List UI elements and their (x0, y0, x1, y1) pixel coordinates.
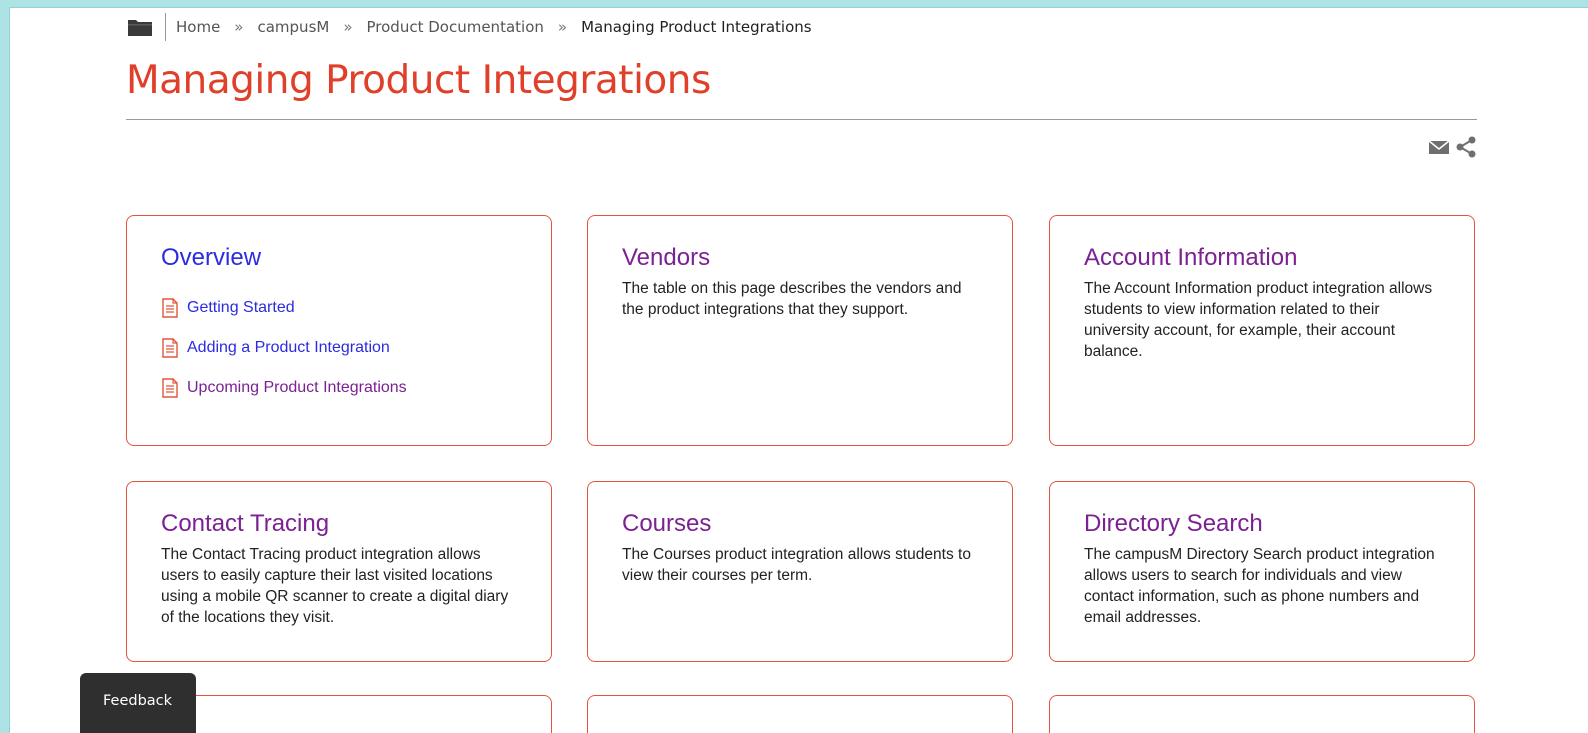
document-icon (162, 298, 178, 318)
breadcrumb-divider (165, 13, 166, 41)
breadcrumb-current: Managing Product Integrations (581, 18, 812, 36)
card-description: The table on this page describes the ven… (622, 280, 962, 318)
page-title: Managing Product Integrations (126, 58, 711, 103)
breadcrumb-separator: » (343, 18, 353, 36)
list-item: Getting Started (161, 298, 517, 318)
link-adding-product-integration[interactable]: Adding a Product Integration (187, 339, 390, 357)
breadcrumb-home[interactable]: Home (176, 18, 220, 36)
title-divider (126, 119, 1477, 120)
document-icon (162, 338, 178, 358)
feedback-button[interactable]: Feedback (80, 673, 196, 733)
breadcrumb-separator: » (557, 18, 568, 36)
card-account-information[interactable]: Account Information The Account Informat… (1049, 215, 1475, 446)
card-title-directory-search[interactable]: Directory Search (1084, 510, 1440, 538)
breadcrumb-campusm[interactable]: campusM (257, 18, 329, 36)
card-description: The Contact Tracing product integration … (161, 546, 509, 626)
card-partial[interactable] (587, 695, 1013, 733)
breadcrumb-product-documentation[interactable]: Product Documentation (367, 18, 544, 36)
card-title-overview[interactable]: Overview (161, 244, 517, 272)
card-vendors[interactable]: Vendors The table on this page describes… (587, 215, 1013, 446)
breadcrumb: Home » campusM » Product Documentation »… (127, 13, 812, 41)
card-overview: Overview Getting Started Adding a Produc… (126, 215, 552, 446)
card-description: The Courses product integration allows s… (622, 546, 971, 584)
folder-icon (128, 20, 152, 36)
card-title-vendors[interactable]: Vendors (622, 244, 978, 272)
card-title-courses[interactable]: Courses (622, 510, 978, 538)
breadcrumb-separator: » (234, 18, 244, 36)
list-item: Adding a Product Integration (161, 338, 517, 358)
link-getting-started[interactable]: Getting Started (187, 299, 295, 317)
overview-link-list: Getting Started Adding a Product Integra… (161, 298, 517, 398)
share-tools (1428, 136, 1476, 158)
link-upcoming-product-integrations[interactable]: Upcoming Product Integrations (187, 379, 407, 397)
document-icon (162, 378, 178, 398)
page-content: Home » campusM » Product Documentation »… (9, 7, 1588, 733)
card-contact-tracing[interactable]: Contact Tracing The Contact Tracing prod… (126, 481, 552, 662)
card-description: The campusM Directory Search product int… (1084, 546, 1435, 626)
card-title-account-information[interactable]: Account Information (1084, 244, 1440, 272)
list-item: Upcoming Product Integrations (161, 378, 517, 398)
card-courses[interactable]: Courses The Courses product integration … (587, 481, 1013, 662)
card-partial[interactable] (1049, 695, 1475, 733)
share-icon[interactable] (1456, 136, 1476, 158)
card-description: The Account Information product integrat… (1084, 280, 1433, 360)
card-title-contact-tracing[interactable]: Contact Tracing (161, 510, 517, 538)
card-directory-search[interactable]: Directory Search The campusM Directory S… (1049, 481, 1475, 662)
email-icon[interactable] (1428, 139, 1450, 155)
